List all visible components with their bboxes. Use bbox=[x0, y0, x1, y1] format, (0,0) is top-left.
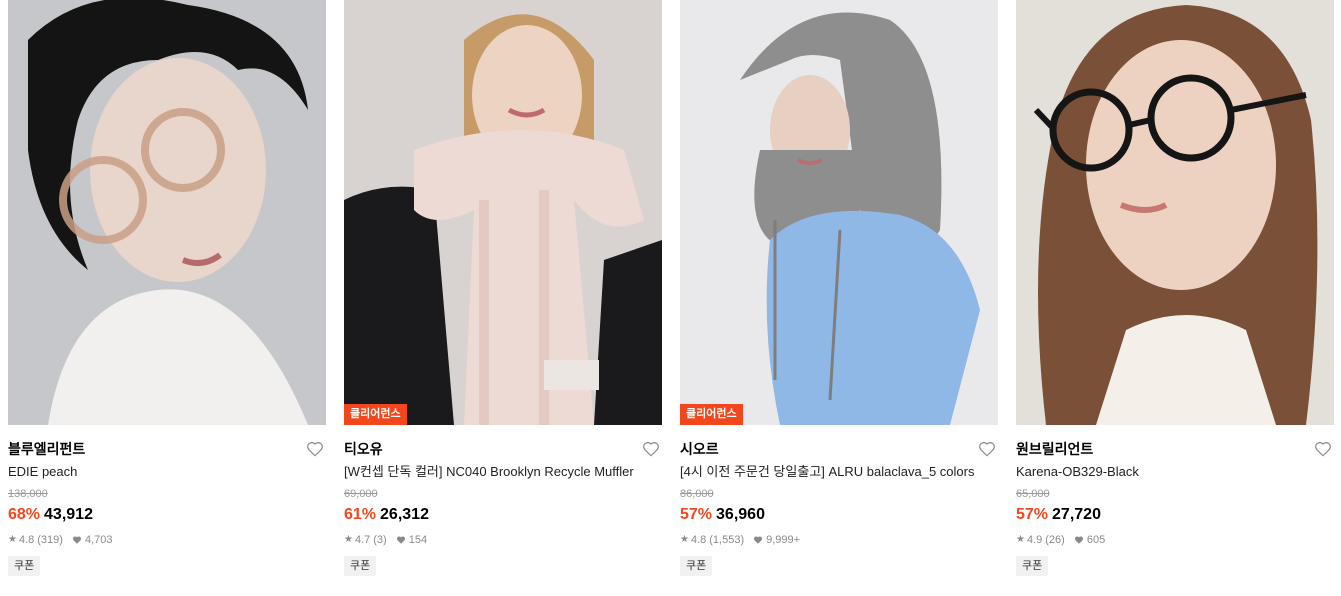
discount-rate: 57% bbox=[1016, 506, 1049, 523]
heart-icon[interactable] bbox=[642, 440, 660, 458]
product-card[interactable]: 클리어런스 티오유 [W컨셉 단독 컬러] NC040 Brooklyn Rec… bbox=[344, 0, 662, 596]
like-count: 154 bbox=[408, 534, 428, 546]
product-card[interactable]: 블루엘리펀트 EDIE peach 138,000 68% 43,912 ★ 4.… bbox=[8, 0, 326, 596]
product-image[interactable] bbox=[1016, 0, 1334, 425]
coupon-tag: 쿠폰 bbox=[1016, 556, 1049, 576]
heart-icon bbox=[396, 535, 406, 545]
product-image[interactable] bbox=[8, 0, 326, 425]
brand-name[interactable]: 시오르 bbox=[680, 441, 719, 457]
brand-row: 블루엘리펀트 bbox=[8, 440, 326, 458]
heart-icon[interactable] bbox=[306, 440, 324, 458]
coupon-tag: 쿠폰 bbox=[680, 556, 713, 576]
sale-price: 43,912 bbox=[44, 506, 93, 523]
rating-row: ★ 4.8 (1,553) 9,999+ bbox=[680, 533, 998, 547]
clearance-badge: 클리어런스 bbox=[680, 404, 743, 425]
product-card[interactable]: 원브릴리언트 Karena-OB329-Black 65,000 57% 27,7… bbox=[1016, 0, 1334, 596]
review-count: (26) bbox=[1045, 534, 1065, 546]
product-name[interactable]: [W컨셉 단독 컬러] NC040 Brooklyn Recycle Muffl… bbox=[344, 464, 662, 480]
clearance-badge: 클리어런스 bbox=[344, 404, 407, 425]
heart-icon bbox=[1074, 535, 1084, 545]
star-icon: ★ bbox=[8, 534, 17, 545]
original-price: 138,000 bbox=[8, 488, 48, 500]
sale-price: 36,960 bbox=[716, 506, 765, 523]
rating-value: 4.9 bbox=[1026, 534, 1043, 546]
original-price: 69,000 bbox=[344, 488, 378, 500]
heart-icon bbox=[72, 535, 82, 545]
original-price: 65,000 bbox=[1016, 488, 1050, 500]
brand-name[interactable]: 티오유 bbox=[344, 441, 383, 457]
rating-row: ★ 4.9 (26) 605 bbox=[1016, 533, 1334, 547]
product-grid: 블루엘리펀트 EDIE peach 138,000 68% 43,912 ★ 4.… bbox=[0, 0, 1341, 596]
heart-icon[interactable] bbox=[978, 440, 996, 458]
rating-row: ★ 4.7 (3) 154 bbox=[344, 533, 662, 547]
brand-row: 시오르 bbox=[680, 440, 998, 458]
rating-row: ★ 4.8 (319) 4,703 bbox=[8, 533, 326, 547]
brand-name[interactable]: 원브릴리언트 bbox=[1016, 441, 1093, 457]
product-name[interactable]: EDIE peach bbox=[8, 464, 326, 480]
price-row: 57% 36,960 bbox=[680, 504, 998, 526]
like-count: 4,703 bbox=[84, 534, 113, 546]
heart-icon bbox=[753, 535, 763, 545]
product-name[interactable]: Karena-OB329-Black bbox=[1016, 464, 1334, 480]
original-price: 86,000 bbox=[680, 488, 714, 500]
price-row: 68% 43,912 bbox=[8, 504, 326, 526]
brand-name[interactable]: 블루엘리펀트 bbox=[8, 441, 85, 457]
sale-price: 26,312 bbox=[380, 506, 429, 523]
heart-icon[interactable] bbox=[1314, 440, 1332, 458]
rating-value: 4.8 bbox=[690, 534, 707, 546]
price-row: 61% 26,312 bbox=[344, 504, 662, 526]
product-name[interactable]: [4시 이전 주문건 당일출고] ALRU balaclava_5 colors bbox=[680, 464, 998, 480]
product-image[interactable]: 클리어런스 bbox=[344, 0, 662, 425]
star-icon: ★ bbox=[1016, 534, 1025, 545]
rating-value: 4.8 bbox=[18, 534, 35, 546]
price-row: 57% 27,720 bbox=[1016, 504, 1334, 526]
star-icon: ★ bbox=[344, 534, 353, 545]
product-card[interactable]: 클리어런스 시오르 [4시 이전 주문건 당일출고] ALRU balaclav… bbox=[680, 0, 998, 596]
like-count: 605 bbox=[1086, 534, 1106, 546]
review-count: (1,553) bbox=[709, 534, 745, 546]
review-count: (3) bbox=[373, 534, 387, 546]
brand-row: 원브릴리언트 bbox=[1016, 440, 1334, 458]
coupon-tag: 쿠폰 bbox=[344, 556, 377, 576]
discount-rate: 68% bbox=[8, 506, 41, 523]
star-icon: ★ bbox=[680, 534, 689, 545]
coupon-tag: 쿠폰 bbox=[8, 556, 41, 576]
review-count: (319) bbox=[37, 534, 63, 546]
discount-rate: 61% bbox=[344, 506, 377, 523]
rating-value: 4.7 bbox=[354, 534, 371, 546]
brand-row: 티오유 bbox=[344, 440, 662, 458]
sale-price: 27,720 bbox=[1052, 506, 1101, 523]
discount-rate: 57% bbox=[680, 506, 713, 523]
product-image[interactable]: 클리어런스 bbox=[680, 0, 998, 425]
like-count: 9,999+ bbox=[766, 534, 801, 546]
